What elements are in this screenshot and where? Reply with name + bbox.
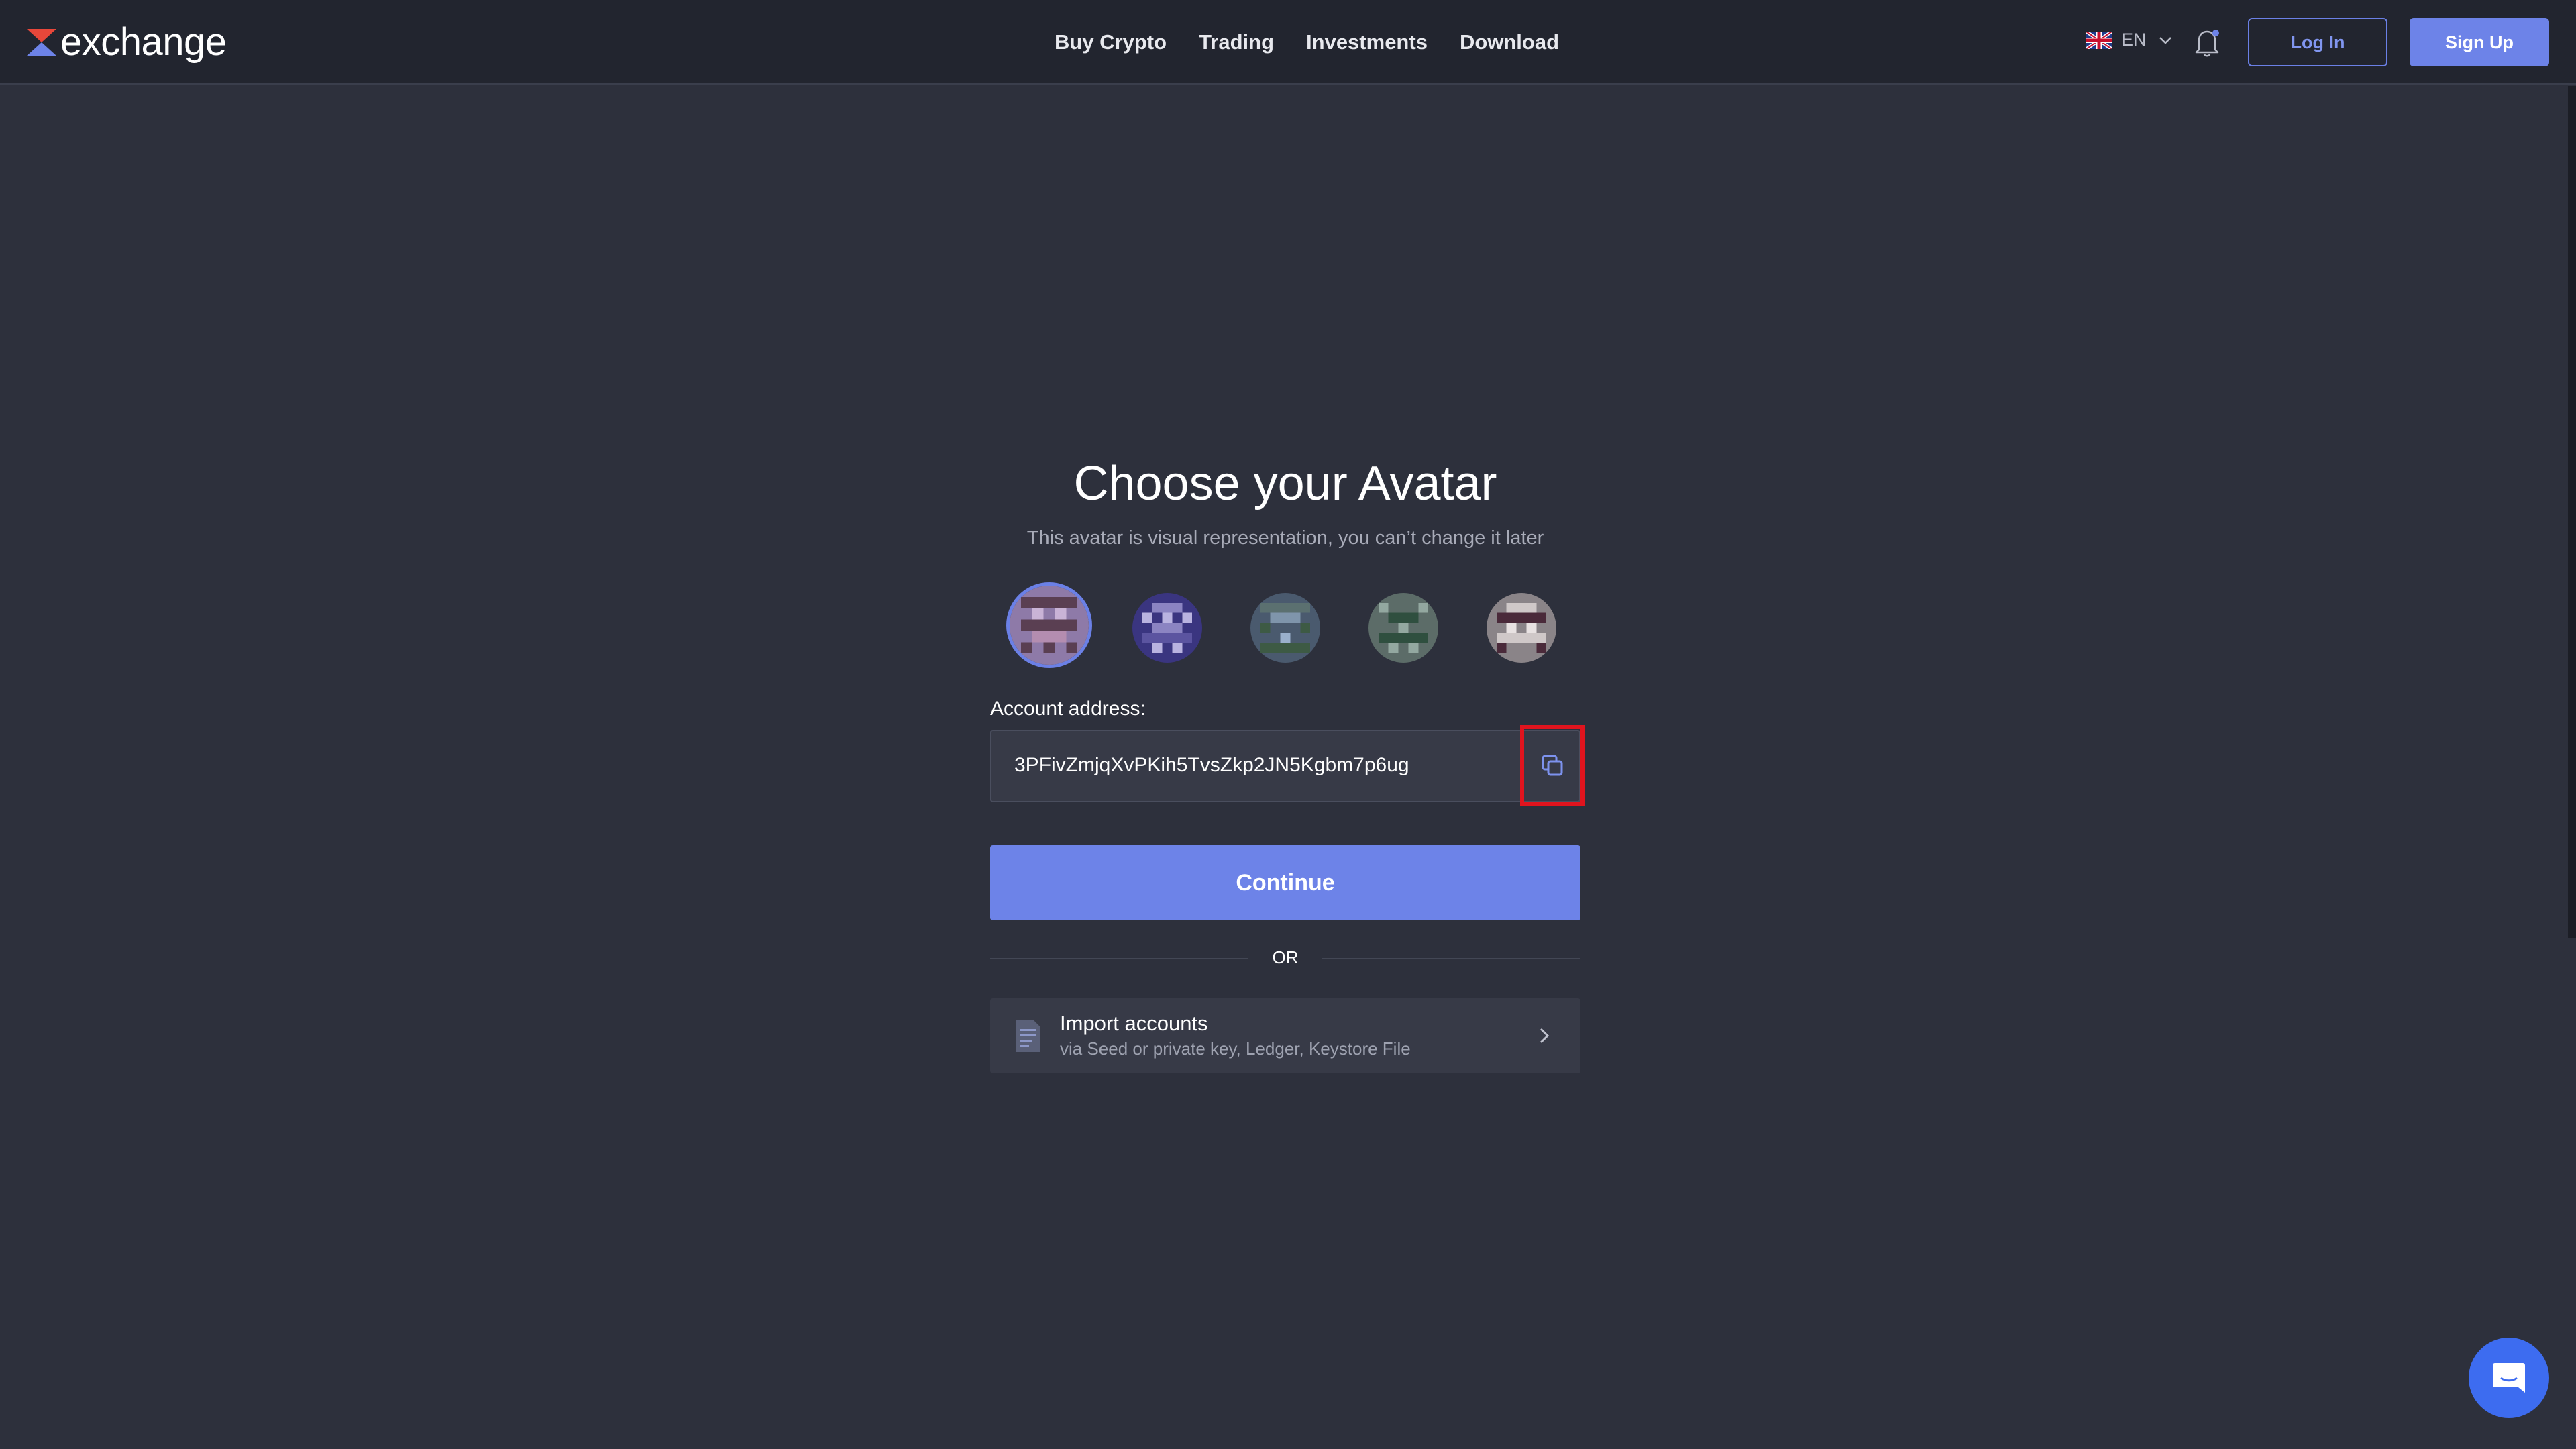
uk-flag-icon bbox=[2086, 31, 2112, 49]
nav-buy-crypto[interactable]: Buy Crypto bbox=[1055, 27, 1167, 58]
import-accounts-subtitle: via Seed or private key, Ledger, Keystor… bbox=[1060, 1038, 1411, 1059]
copy-address-button[interactable] bbox=[1520, 724, 1585, 806]
avatar-option-4[interactable] bbox=[1368, 593, 1438, 663]
document-icon bbox=[1016, 1020, 1040, 1052]
or-label: OR bbox=[1272, 947, 1299, 967]
import-accounts-button[interactable]: Import accounts via Seed or private key,… bbox=[990, 998, 1580, 1073]
avatar-option-1[interactable] bbox=[1006, 582, 1092, 668]
logo-icon bbox=[27, 29, 56, 56]
logo-text: exchange bbox=[60, 20, 227, 64]
chat-icon bbox=[2493, 1363, 2525, 1393]
main-nav: Buy Crypto Trading Investments Download bbox=[1055, 27, 1559, 58]
logo[interactable]: exchange bbox=[25, 19, 227, 66]
top-header: exchange Buy Crypto Trading Investments … bbox=[0, 0, 2576, 85]
account-address-field[interactable]: 3PFivZmjqXvPKih5TvsZkp2JN5Kgbm7p6ug bbox=[990, 730, 1580, 802]
notification-bell-icon[interactable] bbox=[2194, 27, 2222, 58]
language-selector[interactable]: EN bbox=[2086, 30, 2175, 50]
language-label: EN bbox=[2121, 30, 2147, 50]
nav-trading[interactable]: Trading bbox=[1199, 27, 1274, 58]
account-address-label: Account address: bbox=[990, 698, 1146, 720]
support-chat-button[interactable] bbox=[2469, 1338, 2549, 1418]
avatar-picker bbox=[1006, 582, 1564, 669]
avatar-option-3[interactable] bbox=[1250, 593, 1320, 663]
nav-investments[interactable]: Investments bbox=[1306, 27, 1428, 58]
or-divider: OR bbox=[990, 946, 1580, 973]
avatar-option-2[interactable] bbox=[1132, 593, 1202, 663]
copy-icon bbox=[1542, 755, 1563, 776]
page-subtitle: This avatar is visual representation, yo… bbox=[1026, 527, 1544, 549]
sign-up-button[interactable]: Sign Up bbox=[2410, 18, 2549, 66]
log-in-button[interactable]: Log In bbox=[2248, 18, 2387, 66]
page-title: Choose your Avatar bbox=[1073, 457, 1497, 511]
continue-button[interactable]: Continue bbox=[990, 845, 1580, 920]
import-accounts-title: Import accounts bbox=[1060, 1012, 1208, 1035]
scrollbar[interactable] bbox=[2568, 86, 2576, 938]
chevron-down-icon bbox=[2159, 36, 2171, 44]
avatar-option-5[interactable] bbox=[1487, 593, 1556, 663]
nav-download[interactable]: Download bbox=[1460, 27, 1559, 58]
account-address-value: 3PFivZmjqXvPKih5TvsZkp2JN5Kgbm7p6ug bbox=[1014, 754, 1409, 776]
chevron-right-icon bbox=[1540, 1028, 1550, 1044]
